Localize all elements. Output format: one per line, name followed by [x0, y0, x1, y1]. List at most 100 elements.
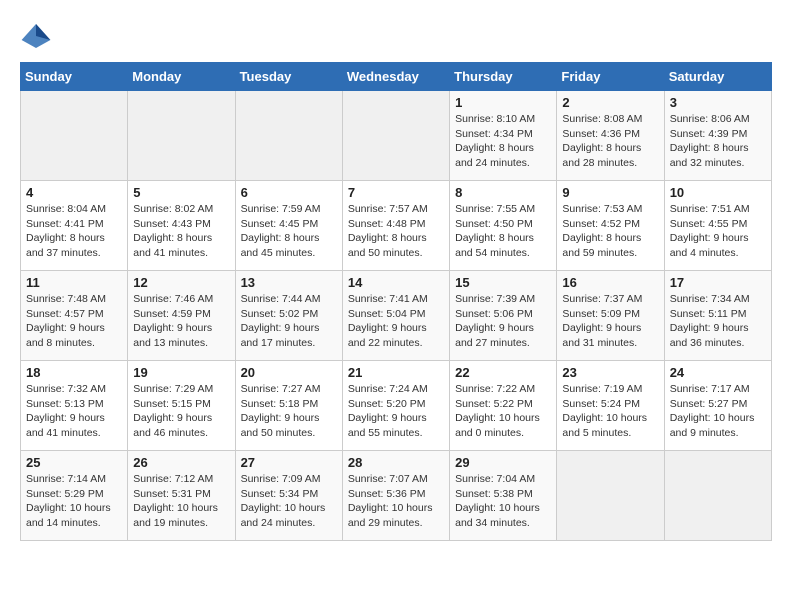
- calendar-cell: 2 Sunrise: 8:08 AMSunset: 4:36 PMDaylight…: [557, 91, 664, 181]
- calendar-cell: 25 Sunrise: 7:14 AMSunset: 5:29 PMDayligh…: [21, 451, 128, 541]
- day-number: 17: [670, 275, 766, 290]
- calendar-cell: [557, 451, 664, 541]
- day-info: Sunrise: 7:12 AMSunset: 5:31 PMDaylight:…: [133, 472, 229, 531]
- calendar-cell: 4 Sunrise: 8:04 AMSunset: 4:41 PMDaylight…: [21, 181, 128, 271]
- calendar-cell: 3 Sunrise: 8:06 AMSunset: 4:39 PMDaylight…: [664, 91, 771, 181]
- calendar-cell: [21, 91, 128, 181]
- day-info: Sunrise: 7:32 AMSunset: 5:13 PMDaylight:…: [26, 382, 122, 441]
- day-info: Sunrise: 7:07 AMSunset: 5:36 PMDaylight:…: [348, 472, 444, 531]
- day-number: 20: [241, 365, 337, 380]
- logo-icon: [20, 20, 52, 52]
- day-number: 16: [562, 275, 658, 290]
- calendar-cell: 12 Sunrise: 7:46 AMSunset: 4:59 PMDayligh…: [128, 271, 235, 361]
- day-info: Sunrise: 7:51 AMSunset: 4:55 PMDaylight:…: [670, 202, 766, 261]
- day-info: Sunrise: 7:39 AMSunset: 5:06 PMDaylight:…: [455, 292, 551, 351]
- calendar-cell: 19 Sunrise: 7:29 AMSunset: 5:15 PMDayligh…: [128, 361, 235, 451]
- header-thursday: Thursday: [450, 63, 557, 91]
- day-number: 12: [133, 275, 229, 290]
- calendar-cell: 7 Sunrise: 7:57 AMSunset: 4:48 PMDaylight…: [342, 181, 449, 271]
- calendar-cell: 1 Sunrise: 8:10 AMSunset: 4:34 PMDaylight…: [450, 91, 557, 181]
- day-number: 27: [241, 455, 337, 470]
- calendar-cell: [342, 91, 449, 181]
- day-number: 9: [562, 185, 658, 200]
- day-number: 5: [133, 185, 229, 200]
- header-monday: Monday: [128, 63, 235, 91]
- day-info: Sunrise: 8:10 AMSunset: 4:34 PMDaylight:…: [455, 112, 551, 171]
- calendar-cell: 18 Sunrise: 7:32 AMSunset: 5:13 PMDayligh…: [21, 361, 128, 451]
- day-number: 14: [348, 275, 444, 290]
- calendar-header-row: SundayMondayTuesdayWednesdayThursdayFrid…: [21, 63, 772, 91]
- week-row-3: 11 Sunrise: 7:48 AMSunset: 4:57 PMDayligh…: [21, 271, 772, 361]
- calendar-cell: 13Sunrise: 7:44 AMSunset: 5:02 PMDayligh…: [235, 271, 342, 361]
- calendar-cell: 15 Sunrise: 7:39 AMSunset: 5:06 PMDayligh…: [450, 271, 557, 361]
- calendar-cell: 23 Sunrise: 7:19 AMSunset: 5:24 PMDayligh…: [557, 361, 664, 451]
- day-info: Sunrise: 8:08 AMSunset: 4:36 PMDaylight:…: [562, 112, 658, 171]
- calendar-cell: 5 Sunrise: 8:02 AMSunset: 4:43 PMDaylight…: [128, 181, 235, 271]
- day-info: Sunrise: 8:02 AMSunset: 4:43 PMDaylight:…: [133, 202, 229, 261]
- calendar-cell: 10 Sunrise: 7:51 AMSunset: 4:55 PMDayligh…: [664, 181, 771, 271]
- header-tuesday: Tuesday: [235, 63, 342, 91]
- day-number: 25: [26, 455, 122, 470]
- calendar-cell: 24Sunrise: 7:17 AMSunset: 5:27 PMDayligh…: [664, 361, 771, 451]
- day-info: Sunrise: 8:06 AMSunset: 4:39 PMDaylight:…: [670, 112, 766, 171]
- day-number: 11: [26, 275, 122, 290]
- header-friday: Friday: [557, 63, 664, 91]
- calendar-cell: [235, 91, 342, 181]
- calendar-cell: 22 Sunrise: 7:22 AMSunset: 5:22 PMDayligh…: [450, 361, 557, 451]
- calendar-cell: 6 Sunrise: 7:59 AMSunset: 4:45 PMDaylight…: [235, 181, 342, 271]
- calendar-cell: 14 Sunrise: 7:41 AMSunset: 5:04 PMDayligh…: [342, 271, 449, 361]
- day-info: Sunrise: 7:19 AMSunset: 5:24 PMDaylight:…: [562, 382, 658, 441]
- day-number: 1: [455, 95, 551, 110]
- calendar-cell: 17 Sunrise: 7:34 AMSunset: 5:11 PMDayligh…: [664, 271, 771, 361]
- day-info: Sunrise: 7:48 AMSunset: 4:57 PMDaylight:…: [26, 292, 122, 351]
- calendar-cell: 9Sunrise: 7:53 AMSunset: 4:52 PMDaylight…: [557, 181, 664, 271]
- day-number: 10: [670, 185, 766, 200]
- day-info: Sunrise: 7:59 AMSunset: 4:45 PMDaylight:…: [241, 202, 337, 261]
- day-info: Sunrise: 7:04 AMSunset: 5:38 PMDaylight:…: [455, 472, 551, 531]
- day-number: 4: [26, 185, 122, 200]
- day-number: 2: [562, 95, 658, 110]
- calendar-cell: [128, 91, 235, 181]
- day-info: Sunrise: 7:46 AMSunset: 4:59 PMDaylight:…: [133, 292, 229, 351]
- calendar-cell: 28 Sunrise: 7:07 AMSunset: 5:36 PMDayligh…: [342, 451, 449, 541]
- header-sunday: Sunday: [21, 63, 128, 91]
- calendar-cell: 11 Sunrise: 7:48 AMSunset: 4:57 PMDayligh…: [21, 271, 128, 361]
- day-info: Sunrise: 7:55 AMSunset: 4:50 PMDaylight:…: [455, 202, 551, 261]
- week-row-5: 25 Sunrise: 7:14 AMSunset: 5:29 PMDayligh…: [21, 451, 772, 541]
- day-number: 21: [348, 365, 444, 380]
- day-info: Sunrise: 7:34 AMSunset: 5:11 PMDaylight:…: [670, 292, 766, 351]
- day-info: Sunrise: 7:09 AMSunset: 5:34 PMDaylight:…: [241, 472, 337, 531]
- calendar-cell: 21 Sunrise: 7:24 AMSunset: 5:20 PMDayligh…: [342, 361, 449, 451]
- day-number: 3: [670, 95, 766, 110]
- day-info: Sunrise: 7:22 AMSunset: 5:22 PMDaylight:…: [455, 382, 551, 441]
- day-number: 19: [133, 365, 229, 380]
- calendar-cell: [664, 451, 771, 541]
- calendar-cell: 16Sunrise: 7:37 AMSunset: 5:09 PMDayligh…: [557, 271, 664, 361]
- day-number: 6: [241, 185, 337, 200]
- day-number: 15: [455, 275, 551, 290]
- day-info: Sunrise: 7:57 AMSunset: 4:48 PMDaylight:…: [348, 202, 444, 261]
- day-number: 22: [455, 365, 551, 380]
- day-number: 26: [133, 455, 229, 470]
- day-number: 18: [26, 365, 122, 380]
- day-info: Sunrise: 8:04 AMSunset: 4:41 PMDaylight:…: [26, 202, 122, 261]
- day-number: 7: [348, 185, 444, 200]
- calendar-cell: 26 Sunrise: 7:12 AMSunset: 5:31 PMDayligh…: [128, 451, 235, 541]
- day-number: 8: [455, 185, 551, 200]
- day-info: Sunrise: 7:44 AMSunset: 5:02 PMDaylight:…: [241, 292, 337, 351]
- logo: [20, 20, 56, 52]
- day-number: 29: [455, 455, 551, 470]
- calendar-table: SundayMondayTuesdayWednesdayThursdayFrid…: [20, 62, 772, 541]
- day-info: Sunrise: 7:14 AMSunset: 5:29 PMDaylight:…: [26, 472, 122, 531]
- day-info: Sunrise: 7:29 AMSunset: 5:15 PMDaylight:…: [133, 382, 229, 441]
- day-number: 23: [562, 365, 658, 380]
- week-row-4: 18 Sunrise: 7:32 AMSunset: 5:13 PMDayligh…: [21, 361, 772, 451]
- day-info: Sunrise: 7:17 AMSunset: 5:27 PMDaylight:…: [670, 382, 766, 441]
- calendar-cell: 27 Sunrise: 7:09 AMSunset: 5:34 PMDayligh…: [235, 451, 342, 541]
- day-number: 28: [348, 455, 444, 470]
- header-saturday: Saturday: [664, 63, 771, 91]
- day-info: Sunrise: 7:41 AMSunset: 5:04 PMDaylight:…: [348, 292, 444, 351]
- page-header: [20, 20, 772, 52]
- calendar-cell: 29 Sunrise: 7:04 AMSunset: 5:38 PMDayligh…: [450, 451, 557, 541]
- day-info: Sunrise: 7:24 AMSunset: 5:20 PMDaylight:…: [348, 382, 444, 441]
